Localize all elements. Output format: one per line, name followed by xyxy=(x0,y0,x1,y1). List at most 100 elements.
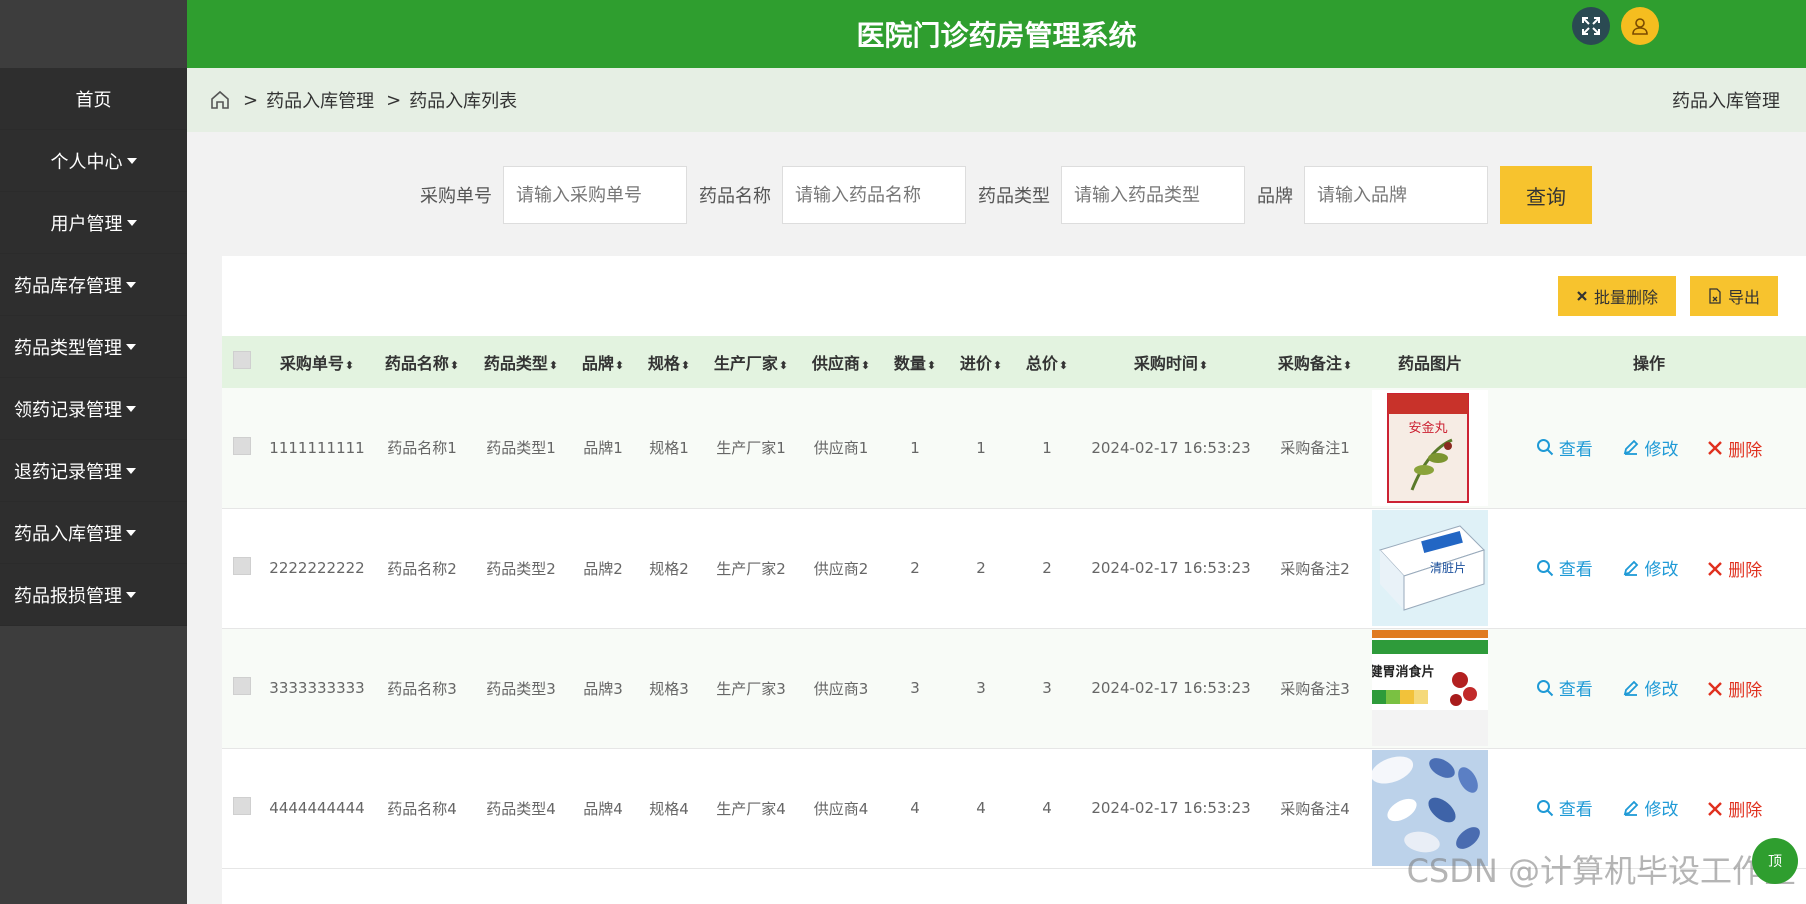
main-content: 采购单号 药品名称 药品类型 品牌 查询 批量删除 导出 采购单号⬍ xyxy=(187,132,1806,904)
col-actions: 操作 xyxy=(1632,354,1665,373)
user-icon xyxy=(1632,18,1648,35)
sidebar-item-label: 用户管理 xyxy=(50,213,123,235)
edit-button[interactable]: 修改 xyxy=(1622,795,1679,820)
delete-button[interactable]: 删除 xyxy=(1707,676,1762,701)
breadcrumb-separator: > xyxy=(243,89,259,111)
caret-down-icon xyxy=(126,281,136,288)
sort-icon: ⬍ xyxy=(1058,359,1069,372)
caret-down-icon xyxy=(126,219,137,226)
svg-text:健胃消食片: 健胃消食片 xyxy=(1372,664,1435,680)
col-drug-type[interactable]: 药品类型⬍ xyxy=(472,336,570,388)
sidebar-item-8[interactable]: 药品报损管理 xyxy=(0,564,187,626)
sort-icon: ⬍ xyxy=(548,359,559,372)
select-all-checkbox[interactable] xyxy=(233,351,251,369)
app-title: 医院门诊药房管理系统 xyxy=(856,19,1137,52)
pencil-icon xyxy=(1623,800,1638,816)
cell-remark: 采购备注2 xyxy=(1280,559,1350,578)
row-checkbox[interactable] xyxy=(233,677,251,695)
sidebar-item-label: 药品入库管理 xyxy=(14,523,122,545)
caret-down-icon xyxy=(126,157,137,164)
col-image: 药品图片 xyxy=(1397,354,1462,373)
sidebar-item-label: 药品库存管理 xyxy=(14,275,122,297)
cell-qty: 1 xyxy=(910,438,920,457)
view-button[interactable]: 查看 xyxy=(1536,555,1593,580)
toolbar: 批量删除 导出 xyxy=(1557,276,1778,316)
cell-total: 4 xyxy=(1042,799,1052,817)
search-icon xyxy=(1536,799,1553,816)
view-button[interactable]: 查看 xyxy=(1536,675,1593,700)
sidebar-item-label: 退药记录管理 xyxy=(14,461,122,483)
delete-button[interactable]: 删除 xyxy=(1707,796,1762,821)
col-drug-name[interactable]: 药品名称⬍ xyxy=(372,336,472,388)
cell-brand: 品牌2 xyxy=(583,559,623,578)
table-row: 2222222222 药品名称2 药品类型2 品牌2 规格2 生产厂家2 供应商… xyxy=(222,508,1806,628)
export-button[interactable]: 导出 xyxy=(1689,276,1778,316)
cell-remark: 采购备注3 xyxy=(1280,679,1350,698)
sidebar: 首页个人中心用户管理药品库存管理药品类型管理 领药记录管理退药记录管理 药品入库管理… xyxy=(0,0,187,904)
cell-drug-name: 药品名称2 xyxy=(387,559,457,578)
sidebar-item-7[interactable]: 药品入库管理 xyxy=(0,502,187,564)
sidebar-item-1[interactable]: 个人中心 xyxy=(0,130,187,192)
view-button[interactable]: 查看 xyxy=(1536,795,1593,820)
cell-actions: 查看 修改 删除 xyxy=(1492,628,1806,748)
cell-supplier: 供应商1 xyxy=(813,439,869,458)
cell-drug-type: 药品类型4 xyxy=(486,799,556,818)
sidebar-item-3[interactable]: 药品库存管理 xyxy=(0,254,187,316)
edit-label: 修改 xyxy=(1644,560,1679,580)
col-time[interactable]: 采购时间⬍ xyxy=(1080,336,1262,388)
cell-drug-name: 药品名称3 xyxy=(387,679,457,698)
home-icon[interactable] xyxy=(209,89,231,111)
view-button[interactable]: 查看 xyxy=(1536,435,1593,460)
brand-input[interactable] xyxy=(1304,166,1488,224)
sidebar-item-6[interactable]: 退药记录管理 xyxy=(0,440,187,502)
edit-button[interactable]: 修改 xyxy=(1622,675,1679,700)
sidebar-item-0[interactable]: 首页 xyxy=(0,68,187,130)
row-select-cell xyxy=(222,628,262,748)
cell-price: 3 xyxy=(976,679,986,697)
user-menu-button[interactable] xyxy=(1621,7,1659,45)
col-supplier[interactable]: 供应商⬍ xyxy=(800,336,882,388)
cell-order-no: 2222222222 xyxy=(269,559,365,577)
sort-icon: ⬍ xyxy=(860,359,871,372)
query-button[interactable]: 查询 xyxy=(1500,166,1592,224)
sidebar-item-label: 个人中心 xyxy=(50,151,123,173)
row-checkbox[interactable] xyxy=(233,557,251,575)
row-select-cell xyxy=(222,388,262,508)
search-icon xyxy=(1536,679,1553,696)
edit-button[interactable]: 修改 xyxy=(1622,435,1679,460)
drug-type-label: 药品类型 xyxy=(978,186,1050,207)
sidebar-item-4[interactable]: 药品类型管理 xyxy=(0,316,187,378)
cell-brand: 品牌4 xyxy=(583,799,623,818)
col-remark[interactable]: 采购备注⬍ xyxy=(1262,336,1368,388)
sort-icon: ⬍ xyxy=(680,359,691,372)
col-order-no[interactable]: 采购单号⬍ xyxy=(262,336,372,388)
col-brand[interactable]: 品牌⬍ xyxy=(570,336,636,388)
col-maker[interactable]: 生产厂家⬍ xyxy=(702,336,800,388)
edit-button[interactable]: 修改 xyxy=(1622,555,1679,580)
cell-qty: 2 xyxy=(910,559,920,577)
fullscreen-button[interactable] xyxy=(1572,7,1610,45)
delete-button[interactable]: 删除 xyxy=(1707,556,1762,581)
sidebar-item-5[interactable]: 领药记录管理 xyxy=(0,378,187,440)
col-qty[interactable]: 数量⬍ xyxy=(882,336,948,388)
page-title: 药品入库管理 xyxy=(1672,91,1780,112)
order-no-input[interactable] xyxy=(503,166,687,224)
sort-icon: ⬍ xyxy=(344,359,355,372)
cell-order-no: 1111111111 xyxy=(269,438,365,457)
col-spec[interactable]: 规格⬍ xyxy=(636,336,702,388)
batch-delete-button[interactable]: 批量删除 xyxy=(1557,276,1676,316)
cell-time: 2024-02-17 16:53:23 xyxy=(1091,799,1251,817)
drug-name-input[interactable] xyxy=(782,166,966,224)
breadcrumb-item-inbound[interactable]: 药品入库管理 xyxy=(266,87,374,113)
row-checkbox[interactable] xyxy=(233,797,251,815)
data-table: 采购单号⬍ 药品名称⬍ 药品类型⬍ 品牌⬍ 规格⬍ 生产厂家⬍ 供应商⬍ 数量⬍… xyxy=(222,336,1806,869)
row-checkbox[interactable] xyxy=(233,436,251,455)
delete-button[interactable]: 删除 xyxy=(1707,436,1762,461)
drug-type-input[interactable] xyxy=(1061,166,1245,224)
col-price[interactable]: 进价⬍ xyxy=(948,336,1014,388)
sidebar-item-2[interactable]: 用户管理 xyxy=(0,192,187,254)
back-to-top-button[interactable]: 顶 xyxy=(1752,838,1798,884)
cell-actions: 查看 修改 删除 xyxy=(1492,508,1806,628)
col-total[interactable]: 总价⬍ xyxy=(1014,336,1080,388)
cell-drug-type: 药品类型1 xyxy=(486,439,556,458)
